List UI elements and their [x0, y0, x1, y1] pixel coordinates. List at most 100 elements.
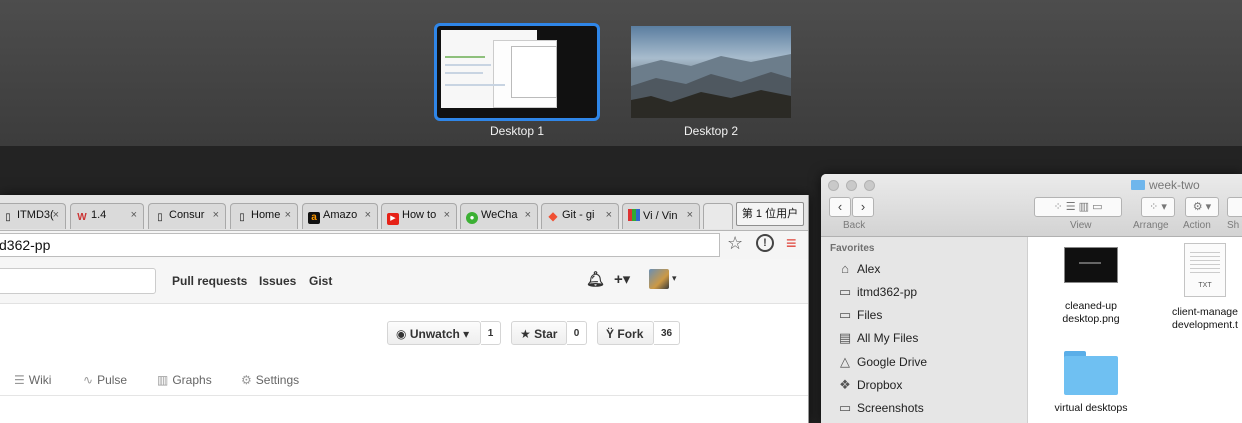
search-input[interactable] [0, 268, 156, 294]
unwatch-label: Unwatch ▾ [409, 327, 470, 341]
file-name: client-manage [1172, 306, 1238, 318]
file-name: development.t [1172, 319, 1238, 331]
fork-button[interactable]: Ÿ Fork [597, 321, 654, 345]
sidebar-item-dropbox[interactable]: ❖ Dropbox [837, 377, 902, 393]
repo-nav-wiki[interactable]: ☰ Wiki [14, 373, 51, 387]
browser-tab[interactable]: ▯ Consur × [148, 203, 226, 229]
fork-count[interactable]: 36 [654, 321, 680, 345]
fork-label: Fork [617, 327, 644, 341]
gear-icon: ⚙ [241, 373, 252, 387]
page-icon: ▯ [157, 212, 163, 223]
sidebar-item-label: Alex [857, 262, 881, 276]
bell-icon[interactable]: 🔔︎ [586, 270, 605, 288]
favorites-heading: Favorites [830, 243, 875, 254]
mountain-wallpaper [631, 54, 791, 118]
star-count[interactable]: 0 [567, 321, 587, 345]
graph-icon: ▥ [157, 373, 169, 387]
desktop-1-label: Desktop 1 [489, 124, 545, 138]
chevron-down-icon[interactable]: ▾ [672, 273, 677, 284]
browser-tab[interactable]: W 1.4 × [70, 203, 144, 229]
tab-strip: ▯ ITMD3(× W 1.4 × ▯ Consur × ▯ Home × a Amazo × ▶… [0, 195, 808, 231]
w-logo-icon: W [77, 212, 87, 223]
repo-nav-graphs[interactable]: ▥ Graphs [157, 373, 212, 387]
file-item[interactable]: TXT client-manage development.t [1150, 243, 1242, 332]
issues-link[interactable]: Issues [259, 274, 296, 288]
divider [0, 395, 808, 396]
close-icon[interactable]: × [213, 209, 219, 221]
close-icon[interactable]: × [285, 209, 291, 221]
extension-icon[interactable]: ! [756, 234, 774, 252]
browser-tab[interactable]: ◆ Git - gi × [541, 203, 619, 229]
close-icon[interactable]: × [444, 209, 450, 221]
view-mode-segment[interactable]: ⁘ ☰ ▥ ▭ [1034, 197, 1122, 217]
sidebar-item-files[interactable]: ▭ Files [837, 307, 883, 323]
star-bookmark-icon[interactable]: ☆ [727, 233, 743, 254]
home-icon: ⌂ [841, 261, 849, 276]
file-name: desktop.png [1062, 313, 1120, 325]
user-profile-button[interactable]: 第 1 位用户 [736, 202, 804, 226]
browser-tab[interactable]: ▯ ITMD3(× [0, 203, 66, 229]
pull-requests-link[interactable]: Pull requests [172, 274, 247, 288]
sidebar-item-all-my-files[interactable]: ▤ All My Files [837, 330, 919, 346]
arrange-button[interactable]: ⁘ ▾ [1141, 197, 1175, 217]
sidebar-item-alex[interactable]: ⌂ Alex [837, 261, 880, 276]
folder-icon [1131, 180, 1145, 190]
share-button[interactable] [1227, 197, 1242, 217]
sidebar-item-label: itmd362-pp [857, 285, 918, 299]
sidebar-item-screenshots[interactable]: ▭ Screenshots [837, 400, 924, 416]
youtube-icon: ▶ [387, 213, 399, 225]
view-label: View [1070, 220, 1092, 231]
finder-content: cleaned-up desktop.png TXT client-manage… [1028, 237, 1242, 423]
finder-sidebar: Favorites ⌂ Alex ▭ itmd362-pp ▭ Files ▤ All … [821, 237, 1028, 423]
back-button[interactable]: ‹ [829, 197, 851, 217]
repo-nav-label: Settings [255, 373, 300, 387]
unwatch-button[interactable]: ◉ Unwatch ▾ [387, 321, 481, 345]
wechat-icon: ● [466, 212, 478, 224]
minimize-window-button[interactable] [846, 180, 857, 191]
plus-dropdown-icon[interactable]: +▾ [614, 270, 630, 288]
tab-label: How to [402, 209, 437, 221]
star-button[interactable]: ★ Star [511, 321, 567, 345]
desktop-1-thumbnail[interactable] [434, 23, 600, 121]
browser-tab[interactable]: ▯ Home × [230, 203, 298, 229]
file-item[interactable]: virtual desktops [1036, 351, 1146, 415]
repo-nav-label: Wiki [28, 373, 52, 387]
chrome-menu-icon[interactable]: ≡ [786, 233, 797, 254]
watch-count[interactable]: 1 [481, 321, 501, 345]
zoom-window-button[interactable] [864, 180, 875, 191]
close-icon[interactable]: × [365, 209, 371, 221]
folder-icon: ▭ [838, 284, 852, 299]
sidebar-item-google-drive[interactable]: △ Google Drive [837, 354, 927, 370]
new-tab-button[interactable] [703, 203, 733, 229]
tab-label: Vi / Vin [643, 210, 678, 222]
tab-label: Amazo [323, 209, 358, 221]
chrome-window: ▯ ITMD3(× W 1.4 × ▯ Consur × ▯ Home × a Amazo × ▶… [0, 195, 809, 423]
close-icon[interactable]: × [525, 209, 531, 221]
address-bar[interactable]: d362-pp [0, 233, 720, 257]
desktop-2-thumbnail[interactable] [631, 26, 791, 118]
spaces-bar: Desktop 1 Desktop 2 [0, 0, 1242, 146]
sidebar-item-itmd362-pp[interactable]: ▭ itmd362-pp [837, 284, 917, 300]
close-icon[interactable]: × [687, 209, 693, 221]
fork-icon: Ÿ [606, 327, 615, 341]
action-button[interactable]: ⚙ ▾ [1185, 197, 1219, 217]
repo-nav-pulse[interactable]: ∿ Pulse [83, 373, 127, 387]
all-files-icon: ▤ [838, 330, 852, 345]
browser-tab[interactable]: ▶ How to × [381, 203, 457, 229]
forward-button[interactable]: › [852, 197, 874, 217]
browser-tab[interactable]: ● WeCha × [460, 203, 538, 229]
page-icon: ▯ [5, 212, 11, 223]
amazon-icon: a [308, 212, 320, 224]
close-window-button[interactable] [828, 180, 839, 191]
avatar[interactable] [649, 269, 669, 289]
browser-tab[interactable]: a Amazo × [302, 203, 378, 229]
close-icon[interactable]: × [606, 209, 612, 221]
close-icon[interactable]: × [53, 209, 59, 221]
grid-icon [628, 209, 640, 221]
gist-link[interactable]: Gist [309, 274, 332, 288]
file-item[interactable]: cleaned-up desktop.png [1036, 247, 1146, 326]
repo-nav-settings[interactable]: ⚙ Settings [241, 373, 299, 387]
tab-label: Home [251, 209, 281, 221]
browser-tab[interactable]: Vi / Vin × [622, 203, 700, 229]
close-icon[interactable]: × [131, 209, 137, 221]
